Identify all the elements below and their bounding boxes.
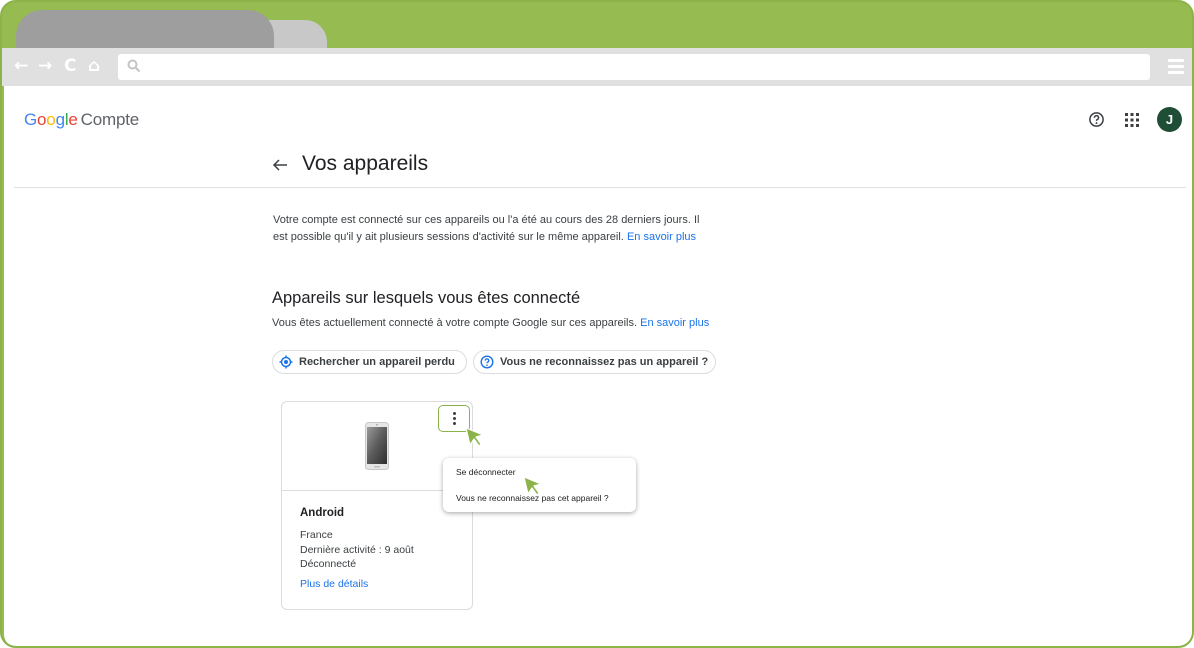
pointer-cursor-icon: [465, 427, 484, 447]
section-title: Appareils sur lesquels vous êtes connect…: [272, 289, 581, 307]
arrow-back-icon[interactable]: [272, 158, 288, 172]
device-details-link[interactable]: Plus de détails: [300, 578, 368, 590]
smartphone-icon: [365, 422, 389, 470]
address-bar[interactable]: [118, 54, 1150, 80]
intro-text: Votre compte est connecté sur ces appare…: [273, 214, 700, 243]
menu-item-sign-out[interactable]: Se déconnecter: [456, 467, 516, 477]
browser-tab-active[interactable]: [16, 10, 274, 52]
device-last-activity: Dernière activité : 9 août: [300, 543, 414, 556]
section-description: Vous êtes actuellement connecté à votre …: [272, 317, 710, 329]
reload-button[interactable]: C: [64, 56, 76, 76]
page-title: Vos appareils: [302, 152, 429, 175]
unrecognized-device-button[interactable]: Vous ne reconnaissez pas un appareil ?: [473, 350, 716, 374]
browser-frame: ← → C ⌂ Google Compte J Vos appareils Vo…: [0, 0, 1194, 648]
find-lost-device-button[interactable]: Rechercher un appareil perdu: [272, 350, 467, 374]
back-button[interactable]: ←: [14, 56, 28, 76]
product-name: Compte: [80, 110, 140, 129]
device-status: Déconnecté: [300, 558, 357, 571]
section-learn-more-link[interactable]: En savoir plus: [640, 317, 709, 329]
avatar[interactable]: J: [1157, 107, 1182, 132]
locate-icon: [279, 355, 293, 369]
search-icon: [127, 59, 141, 73]
device-name: Android: [300, 507, 345, 519]
help-circle-icon: [480, 355, 494, 369]
browser-toolbar: ← → C ⌂: [2, 48, 1192, 86]
home-button[interactable]: ⌂: [88, 56, 100, 76]
page-content: Google Compte J Vos appareils Votre compt…: [4, 86, 1192, 646]
google-account-logo[interactable]: Google Compte: [24, 110, 139, 130]
more-vert-icon: [453, 412, 456, 427]
device-location: France: [300, 529, 333, 541]
apps-grid-icon[interactable]: [1124, 112, 1140, 128]
forward-button[interactable]: →: [38, 56, 52, 76]
learn-more-link[interactable]: En savoir plus: [627, 231, 696, 243]
device-info: France Dernière activité : 9 août Déconn…: [300, 528, 414, 572]
browser-menu-icon[interactable]: [1168, 59, 1184, 75]
header-divider: [14, 187, 1186, 188]
pointer-cursor-icon: [523, 476, 542, 496]
help-circle-icon[interactable]: [1088, 111, 1105, 128]
